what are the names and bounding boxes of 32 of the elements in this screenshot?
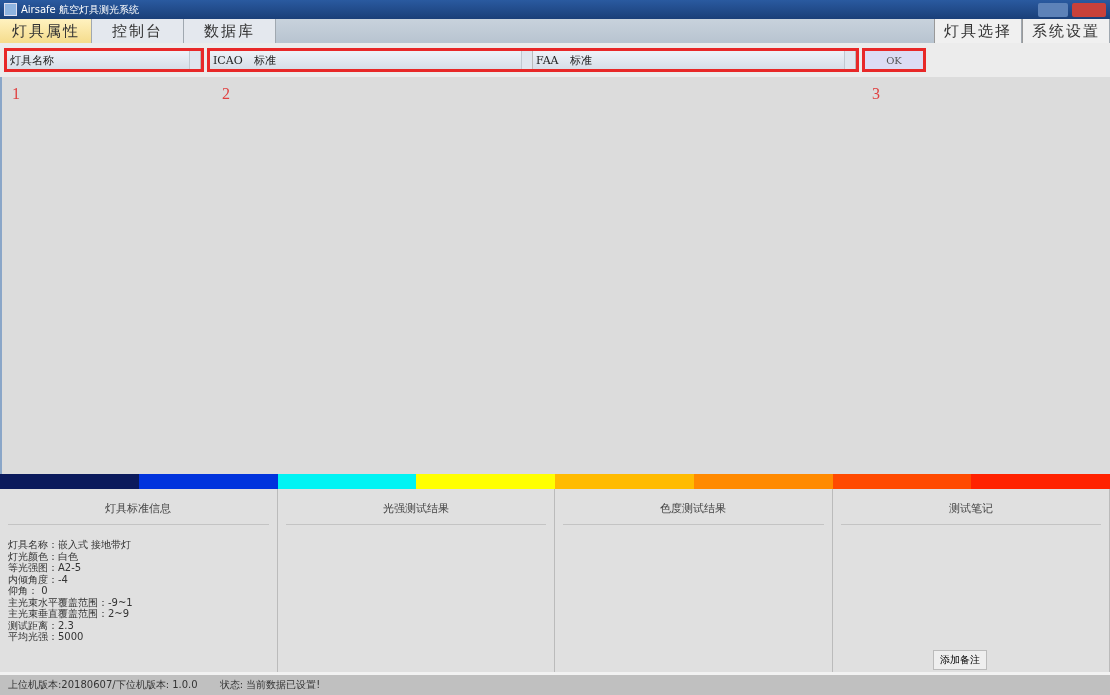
info-line: 平均光强：5000: [8, 631, 85, 643]
tab[interactable]: 系统设置: [1022, 19, 1110, 43]
panel-title: 光强测试结果: [285, 489, 546, 525]
tab[interactable]: 控制台: [92, 19, 184, 43]
add-note-button[interactable]: 添加备注: [932, 650, 987, 670]
annotation-number: 3: [872, 85, 880, 103]
panel-title: 测试笔记: [840, 489, 1101, 525]
info-line: 等光强图：A2-5: [8, 562, 83, 574]
version-text: 上位机版本:20180607/下位机版本: 1.0.0: [8, 678, 198, 692]
icao-dropdown[interactable]: ICAO 标准: [210, 51, 533, 69]
ok-button[interactable]: OK: [865, 51, 923, 69]
fixture-dropdown[interactable]: 灯具名称: [7, 51, 201, 69]
faa-dropdown[interactable]: FAA 标准: [533, 51, 856, 69]
annotation-number: 2: [222, 85, 230, 103]
info-line: 灯光颜色：白色: [8, 550, 79, 562]
info-line: 内倾角度：-4: [8, 573, 69, 585]
window-title: Airsafe 航空灯具测光系统: [21, 2, 139, 17]
status-text: 状态: 当前数据已设置!: [219, 678, 321, 692]
tab[interactable]: 数据库: [184, 19, 276, 43]
annotation-number: 1: [12, 85, 20, 103]
info-line: 主光束垂直覆盖范围：2~9: [8, 608, 131, 620]
info-line: 仰角： 0: [8, 585, 49, 596]
info-line: 测试距离：2.3: [8, 619, 75, 631]
close-button[interactable]: [1072, 2, 1106, 17]
minimize-button[interactable]: [1038, 2, 1068, 17]
tab[interactable]: 灯具选择: [934, 19, 1022, 43]
panel-title: 色度测试结果: [563, 489, 824, 525]
info-line: 主光束水平覆盖范围：-9~1: [8, 596, 134, 608]
panel-title: 灯具标准信息: [8, 489, 269, 525]
tab[interactable]: 灯具属性: [0, 19, 92, 43]
info-line: 灯具名称：嵌入式 接地带灯: [8, 539, 133, 551]
app-icon: [4, 3, 17, 16]
